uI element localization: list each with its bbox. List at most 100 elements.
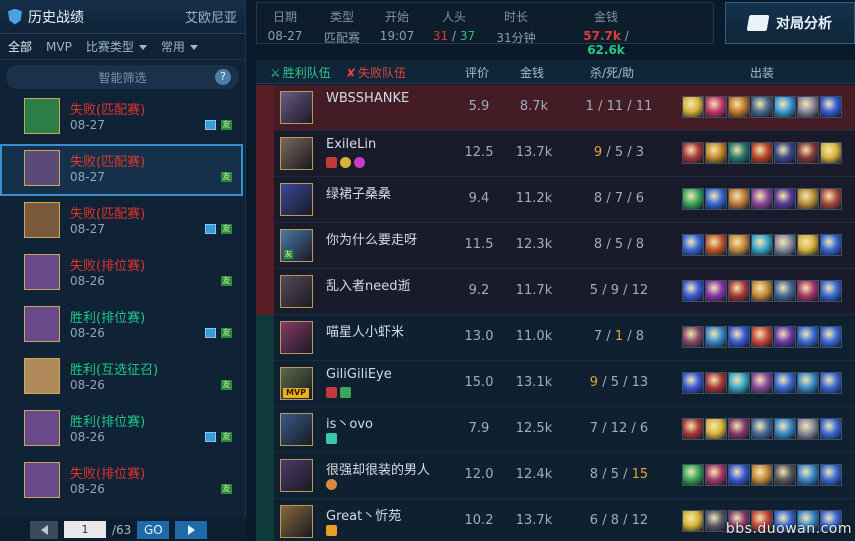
- item-icon[interactable]: [705, 464, 727, 486]
- item-icon[interactable]: [705, 96, 727, 118]
- item-icon[interactable]: [728, 464, 750, 486]
- item-icon[interactable]: [751, 188, 773, 210]
- match-list-item[interactable]: 胜利(排位赛) 08-26 友: [0, 300, 243, 352]
- player-name[interactable]: Great丶忻苑: [326, 505, 401, 524]
- champion-avatar[interactable]: [280, 505, 313, 538]
- item-icon[interactable]: [774, 188, 796, 210]
- item-icon[interactable]: [820, 280, 842, 302]
- item-icon[interactable]: [705, 510, 727, 532]
- match-list-item[interactable]: 失败(匹配赛) 08-27 友: [0, 144, 243, 196]
- item-icon[interactable]: [820, 96, 842, 118]
- match-list-item[interactable]: 胜利(排位赛) 08-26 友: [0, 404, 243, 456]
- filter-match-type[interactable]: 比赛类型: [86, 38, 147, 55]
- player-name[interactable]: WBSSHANKE: [326, 91, 409, 106]
- player-row[interactable]: 乱入者need逝 9.2 11.7k 5 / 9 / 12: [256, 269, 855, 315]
- item-icon[interactable]: [682, 372, 704, 394]
- screenshot-icon[interactable]: [205, 120, 216, 130]
- item-icon[interactable]: [728, 418, 750, 440]
- match-list-item[interactable]: 失败(排位赛) 08-26 友: [0, 456, 243, 508]
- champion-avatar[interactable]: [280, 413, 313, 446]
- filter-mvp[interactable]: MVP: [46, 40, 72, 54]
- item-icon[interactable]: [728, 326, 750, 348]
- item-icon[interactable]: [705, 188, 727, 210]
- item-icon[interactable]: [797, 280, 819, 302]
- player-name[interactable]: ExileLin: [326, 137, 376, 152]
- item-icon[interactable]: [705, 142, 727, 164]
- item-icon[interactable]: [751, 234, 773, 256]
- item-icon[interactable]: [728, 372, 750, 394]
- player-row[interactable]: 友 你为什么要走呀 11.5 12.3k 8 / 5 / 8: [256, 223, 855, 269]
- item-icon[interactable]: [705, 326, 727, 348]
- item-icon[interactable]: [682, 234, 704, 256]
- item-icon[interactable]: [728, 142, 750, 164]
- item-icon[interactable]: [682, 142, 704, 164]
- item-icon[interactable]: [751, 326, 773, 348]
- match-list-item[interactable]: 失败(匹配赛) 08-27 友: [0, 92, 243, 144]
- player-row[interactable]: is丶ovo 7.9 12.5k 7 / 12 / 6: [256, 407, 855, 453]
- item-icon[interactable]: [682, 418, 704, 440]
- item-icon[interactable]: [682, 464, 704, 486]
- item-icon[interactable]: [682, 510, 704, 532]
- smart-filter-button[interactable]: 智能筛选 ?: [6, 65, 239, 89]
- item-icon[interactable]: [705, 280, 727, 302]
- champion-avatar[interactable]: [280, 91, 313, 124]
- item-icon[interactable]: [797, 464, 819, 486]
- screenshot-icon[interactable]: [205, 328, 216, 338]
- item-icon[interactable]: [774, 326, 796, 348]
- item-icon[interactable]: [797, 418, 819, 440]
- item-icon[interactable]: [774, 234, 796, 256]
- item-icon[interactable]: [682, 326, 704, 348]
- item-icon[interactable]: [797, 326, 819, 348]
- item-icon[interactable]: [705, 234, 727, 256]
- item-icon[interactable]: [820, 188, 842, 210]
- player-name[interactable]: 喵星人小虾米: [326, 321, 404, 340]
- item-icon[interactable]: [705, 418, 727, 440]
- item-icon[interactable]: [820, 464, 842, 486]
- item-icon[interactable]: [774, 464, 796, 486]
- filter-all[interactable]: 全部: [8, 38, 32, 55]
- item-icon[interactable]: [820, 418, 842, 440]
- item-icon[interactable]: [705, 372, 727, 394]
- champion-avatar[interactable]: [280, 321, 313, 354]
- match-list-item[interactable]: 失败(排位赛) 08-26 友: [0, 248, 243, 300]
- item-icon[interactable]: [728, 188, 750, 210]
- item-icon[interactable]: [751, 142, 773, 164]
- item-icon[interactable]: [820, 234, 842, 256]
- item-icon[interactable]: [820, 372, 842, 394]
- item-icon[interactable]: [774, 142, 796, 164]
- item-icon[interactable]: [774, 96, 796, 118]
- match-analysis-button[interactable]: 对局分析: [725, 2, 855, 44]
- item-icon[interactable]: [797, 372, 819, 394]
- item-icon[interactable]: [797, 234, 819, 256]
- champion-avatar[interactable]: [280, 137, 313, 170]
- item-icon[interactable]: [774, 280, 796, 302]
- item-icon[interactable]: [751, 464, 773, 486]
- player-name[interactable]: GiliGiliEye: [326, 367, 392, 382]
- player-name[interactable]: 绿裙子桑桑: [326, 183, 391, 202]
- item-icon[interactable]: [682, 96, 704, 118]
- item-icon[interactable]: [751, 96, 773, 118]
- player-name[interactable]: 乱入者need逝: [326, 275, 411, 294]
- prev-page-button[interactable]: [30, 520, 58, 539]
- player-row[interactable]: 喵星人小虾米 13.0 11.0k 7 / 1 / 8: [256, 315, 855, 361]
- item-icon[interactable]: [820, 142, 842, 164]
- item-icon[interactable]: [774, 372, 796, 394]
- player-row[interactable]: 很强却很装的男人 12.0 12.4k 8 / 5 / 15: [256, 453, 855, 499]
- help-icon[interactable]: ?: [215, 69, 231, 85]
- item-icon[interactable]: [797, 96, 819, 118]
- filter-common[interactable]: 常用: [161, 38, 198, 55]
- server-name[interactable]: 艾欧尼亚: [185, 7, 237, 26]
- item-icon[interactable]: [751, 280, 773, 302]
- match-list-item[interactable]: 胜利(互选征召) 08-26 友: [0, 352, 243, 404]
- screenshot-icon[interactable]: [205, 224, 216, 234]
- go-button[interactable]: GO: [137, 520, 170, 539]
- item-icon[interactable]: [728, 280, 750, 302]
- next-page-button[interactable]: [175, 520, 208, 539]
- item-icon[interactable]: [682, 188, 704, 210]
- item-icon[interactable]: [774, 418, 796, 440]
- item-icon[interactable]: [728, 234, 750, 256]
- match-list-item[interactable]: 失败(匹配赛) 08-27 友: [0, 196, 243, 248]
- item-icon[interactable]: [797, 142, 819, 164]
- item-icon[interactable]: [820, 326, 842, 348]
- item-icon[interactable]: [728, 96, 750, 118]
